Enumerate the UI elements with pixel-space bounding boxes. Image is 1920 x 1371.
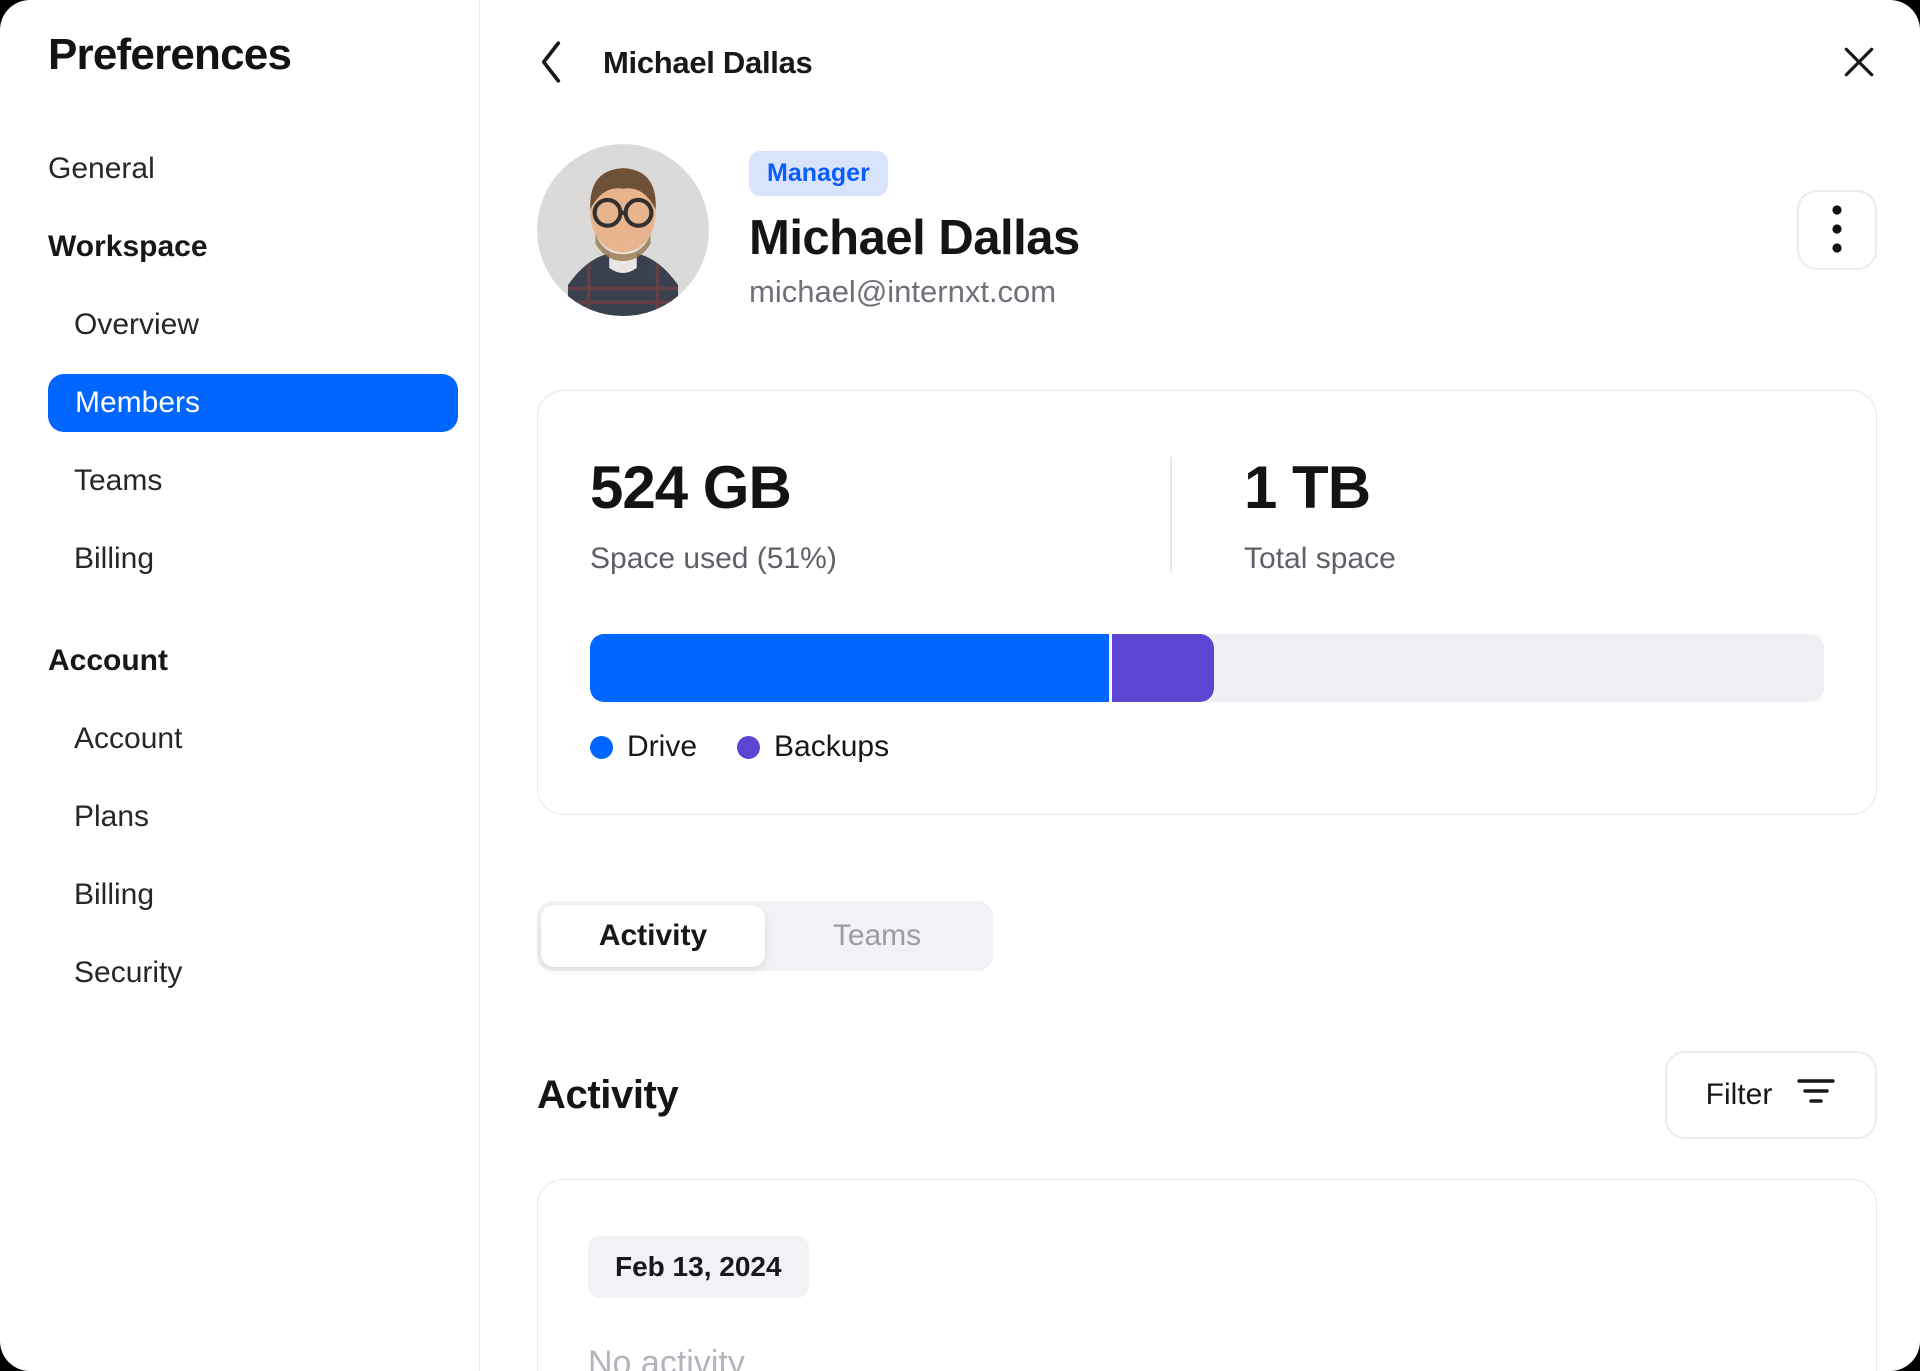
sidebar-item-label: Security <box>74 956 183 989</box>
usage-legend: Drive Backups <box>590 730 1824 764</box>
total-space-label: Total space <box>1244 542 1396 575</box>
total-space-value: 1 TB <box>1244 454 1371 521</box>
sidebar-item-overview[interactable]: Overview <box>48 286 459 364</box>
legend-item-backups: Backups <box>737 730 889 764</box>
storage-progress-bar <box>590 634 1824 702</box>
section-header-label: Workspace <box>48 230 208 263</box>
tab-activity[interactable]: Activity <box>541 905 765 967</box>
preferences-window: Preferences General Workspace Overview M… <box>0 0 1920 1371</box>
activity-log-card: Feb 13, 2024 No activity <box>537 1179 1877 1371</box>
section-header-label: Account <box>48 644 168 677</box>
sidebar-section-account: Account <box>48 622 459 700</box>
usage-stats: 524 GB Space used (51%) 1 TB Total space <box>590 453 1824 576</box>
panel-title: Michael Dallas <box>603 45 813 80</box>
total-space-stat: 1 TB Total space <box>1172 453 1824 576</box>
detail-tabs: Activity Teams <box>537 901 993 971</box>
filter-icon <box>1796 1075 1836 1115</box>
profile-info: Manager Michael Dallas michael@internxt.… <box>749 150 1080 310</box>
profile-header: Manager Michael Dallas michael@internxt.… <box>537 144 1877 316</box>
sidebar-item-teams[interactable]: Teams <box>48 442 459 520</box>
sidebar: Preferences General Workspace Overview M… <box>0 0 480 1371</box>
close-button[interactable] <box>1841 44 1877 83</box>
backups-usage-segment <box>1111 634 1215 702</box>
member-options-button[interactable] <box>1797 190 1877 270</box>
sidebar-item-label: Billing <box>74 542 155 575</box>
sidebar-item-plans[interactable]: Plans <box>48 778 459 856</box>
legend-label: Drive <box>627 730 698 763</box>
activity-header-row: Activity Filter <box>537 1051 1877 1139</box>
close-icon <box>1841 44 1877 83</box>
page-title: Preferences <box>48 30 292 79</box>
sidebar-item-general[interactable]: General <box>48 130 459 208</box>
drive-dot-icon <box>590 735 613 759</box>
selected-pill: Members <box>48 374 458 432</box>
backups-dot-icon <box>737 735 761 759</box>
sidebar-item-billing-workspace[interactable]: Billing <box>48 520 459 598</box>
space-used-label: Space used (51%) <box>590 542 837 575</box>
back-button[interactable] <box>537 39 565 88</box>
legend-item-drive: Drive <box>590 730 697 764</box>
sidebar-item-label: Account <box>74 722 183 755</box>
filter-button[interactable]: Filter <box>1665 1051 1877 1139</box>
no-activity-text: No activity <box>588 1344 745 1371</box>
sidebar-item-security[interactable]: Security <box>48 934 459 1012</box>
sidebar-item-members[interactable]: Members <box>48 364 459 442</box>
avatar <box>537 144 709 316</box>
date-chip: Feb 13, 2024 <box>588 1236 809 1298</box>
activity-heading: Activity <box>537 1072 679 1117</box>
sidebar-item-label: Plans <box>74 800 150 833</box>
space-used-value: 524 GB <box>590 454 792 521</box>
storage-usage-card: 524 GB Space used (51%) 1 TB Total space… <box>537 390 1877 815</box>
sidebar-section-workspace: Workspace <box>48 208 459 286</box>
role-badge: Manager <box>749 150 888 196</box>
sidebar-item-label: Billing <box>74 878 155 911</box>
member-name: Michael Dallas <box>749 210 1080 265</box>
sidebar-item-label: Members <box>75 386 201 419</box>
sidebar-item-billing-account[interactable]: Billing <box>48 856 459 934</box>
sidebar-item-account[interactable]: Account <box>48 700 459 778</box>
kebab-menu-icon <box>1830 201 1844 260</box>
drive-usage-segment <box>590 634 1112 702</box>
sidebar-item-label: Overview <box>74 308 200 341</box>
sidebar-item-label: Teams <box>74 464 163 497</box>
tab-teams[interactable]: Teams <box>765 905 989 967</box>
legend-label: Backups <box>774 730 890 763</box>
member-email: michael@internxt.com <box>749 273 1057 309</box>
member-detail-panel: Michael Dallas Manager Michael Dallas mi… <box>480 0 1920 1371</box>
filter-button-label: Filter <box>1705 1078 1773 1111</box>
panel-header: Michael Dallas <box>537 38 1877 88</box>
chevron-left-icon <box>537 39 565 88</box>
sidebar-nav: General Workspace Overview Members Teams… <box>48 130 459 1012</box>
sidebar-item-label: General <box>48 152 155 185</box>
space-used-stat: 524 GB Space used (51%) <box>590 453 1170 576</box>
